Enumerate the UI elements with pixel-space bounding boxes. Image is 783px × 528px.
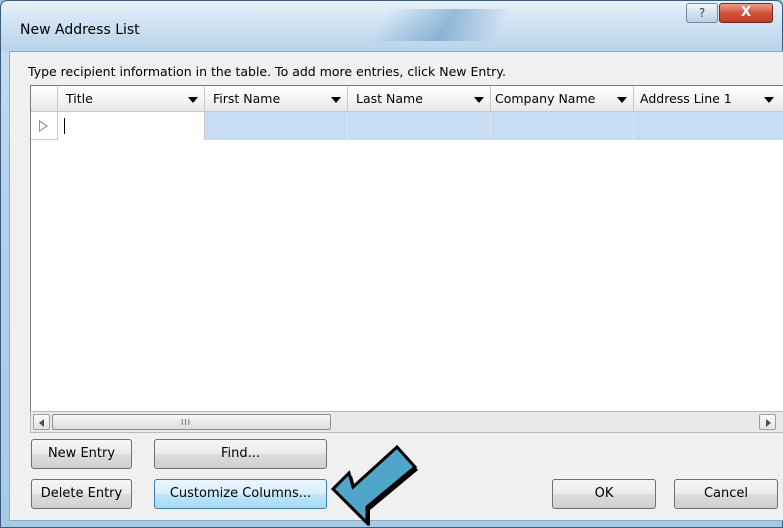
dropdown-arrow-icon[interactable] — [188, 97, 198, 103]
customize-columns-label: Customize Columns... — [169, 486, 312, 501]
dialog-title: New Address List — [20, 22, 140, 38]
delete-entry-label: Delete Entry — [40, 486, 123, 501]
close-button[interactable]: X — [719, 3, 773, 23]
column-header-title[interactable]: Title — [58, 86, 205, 112]
column-label: First Name — [213, 91, 281, 106]
title-bar[interactable]: New Address List ? X — [1, 1, 782, 51]
row-selector[interactable] — [31, 112, 58, 140]
scrollbar-thumb[interactable]: III — [52, 414, 331, 430]
table-header-row: Title First Name Last Name Company Name … — [31, 86, 783, 112]
dropdown-arrow-icon[interactable] — [474, 97, 484, 103]
cell-first-name[interactable] — [205, 112, 348, 140]
text-caret — [64, 118, 65, 134]
current-row-indicator-icon-inner — [40, 122, 46, 130]
find-button[interactable]: Find... — [154, 439, 327, 469]
help-icon: ? — [698, 6, 706, 20]
cell-company-name[interactable] — [491, 112, 634, 140]
cancel-button[interactable]: Cancel — [674, 479, 778, 509]
callout-arrow-icon — [330, 444, 418, 527]
table-row[interactable] — [31, 112, 783, 140]
title-bar-glass-streak — [373, 9, 509, 41]
instructions-text: Type recipient information in the table.… — [28, 64, 506, 79]
column-label: Title — [66, 91, 93, 106]
address-table[interactable]: Title First Name Last Name Company Name … — [30, 85, 783, 433]
find-label: Find... — [220, 446, 261, 461]
column-header-first-name[interactable]: First Name — [205, 86, 348, 112]
customize-columns-button[interactable]: Customize Columns... — [154, 479, 327, 509]
new-entry-button[interactable]: New Entry — [31, 439, 132, 469]
cell-last-name[interactable] — [348, 112, 491, 140]
dropdown-arrow-icon[interactable] — [764, 97, 774, 103]
horizontal-scrollbar[interactable]: III — [30, 411, 783, 433]
column-label: Last Name — [356, 91, 423, 106]
dropdown-arrow-icon[interactable] — [617, 97, 627, 103]
cell-title[interactable] — [58, 112, 205, 140]
close-icon: X — [740, 5, 752, 20]
dropdown-arrow-icon[interactable] — [331, 97, 341, 103]
column-header-last-name[interactable]: Last Name — [348, 86, 491, 112]
column-label: Company Name — [495, 91, 596, 106]
column-label: Address Line 1 — [640, 91, 732, 106]
column-header-company-name[interactable]: Company Name — [491, 86, 634, 112]
delete-entry-button[interactable]: Delete Entry — [31, 479, 132, 509]
scroll-left-button[interactable] — [33, 414, 50, 430]
ok-button[interactable]: OK — [552, 479, 656, 509]
cell-address-line-1[interactable] — [634, 112, 783, 140]
new-address-list-dialog: New Address List ? X Type recipient info… — [0, 0, 783, 528]
arrow-left-icon — [39, 419, 44, 427]
arrow-right-icon — [766, 419, 771, 427]
ok-label: OK — [594, 486, 614, 501]
scrollbar-grip-icon: III — [181, 418, 192, 427]
row-selector-header — [31, 86, 58, 112]
help-button[interactable]: ? — [686, 3, 718, 23]
new-entry-label: New Entry — [47, 446, 116, 461]
scroll-right-button[interactable] — [759, 414, 776, 430]
cancel-label: Cancel — [703, 486, 749, 501]
column-header-address-line-1[interactable]: Address Line 1 — [634, 86, 783, 112]
